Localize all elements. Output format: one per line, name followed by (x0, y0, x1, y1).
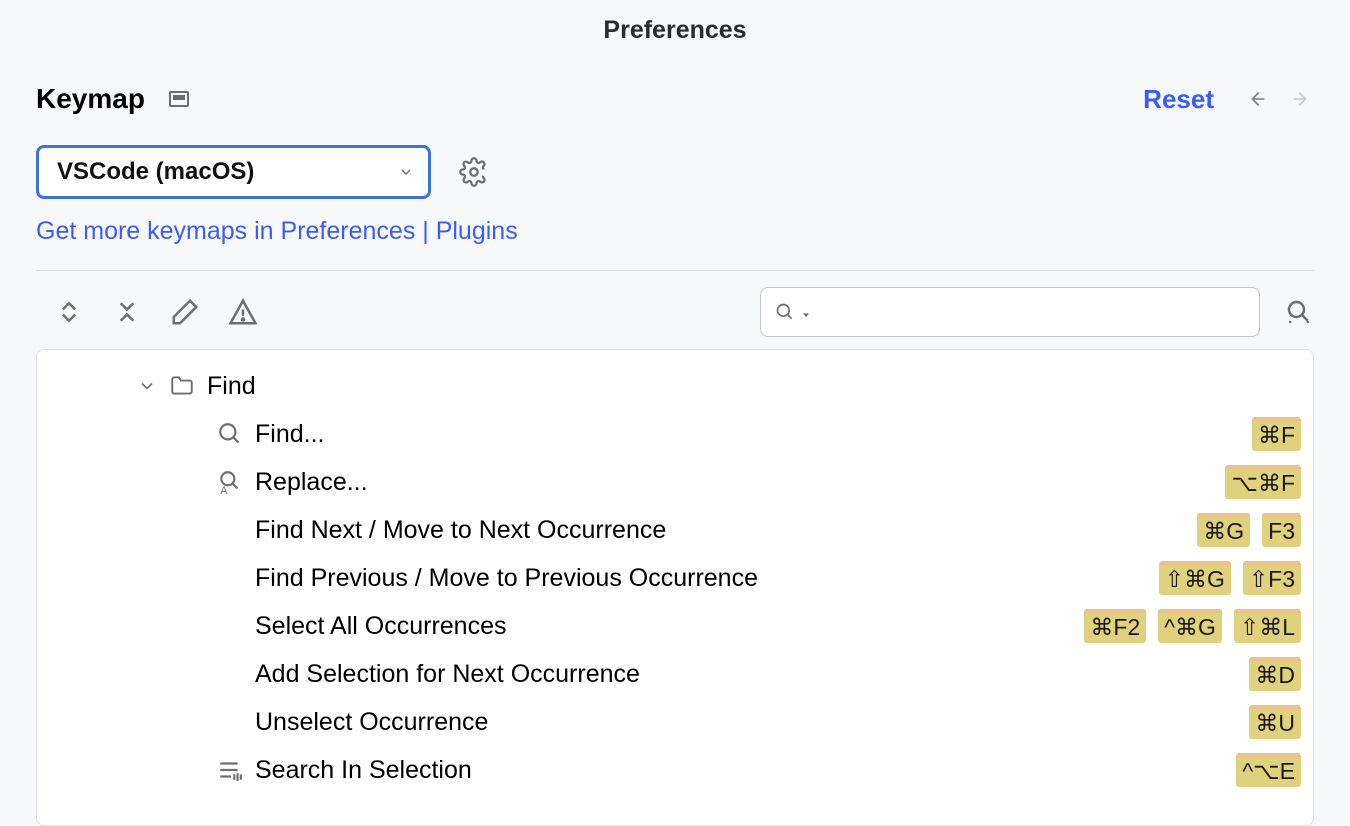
chevron-down-icon (398, 164, 414, 180)
shortcut-list: ⌘U (1249, 705, 1301, 739)
tree-item[interactable]: Find... ⌘F (37, 410, 1313, 458)
shortcut-badge: ⌥⌘F (1225, 465, 1301, 499)
warning-icon[interactable] (228, 297, 258, 327)
tree-item[interactable]: Find Previous / Move to Previous Occurre… (37, 554, 1313, 602)
tree-item[interactable]: A Replace... ⌥⌘F (37, 458, 1313, 506)
svg-text:A: A (220, 485, 228, 495)
search-icon (217, 421, 243, 447)
expand-all-icon[interactable] (54, 297, 84, 327)
shortcut-badge: ⌘F (1252, 417, 1301, 451)
shortcut-list: ^⌥E (1236, 753, 1301, 787)
tree-item-label: Replace... (255, 468, 368, 497)
tree-item-label: Unselect Occurrence (255, 708, 488, 737)
tree-item[interactable]: Find Next / Move to Next Occurrence ⌘G F3 (37, 506, 1313, 554)
divider (36, 270, 1314, 271)
tree-item-label: Select All Occurrences (255, 612, 507, 641)
pencil-icon[interactable] (170, 297, 200, 327)
shortcut-list: ⌘F2 ^⌘G ⇧⌘L (1084, 609, 1301, 643)
keymap-select[interactable]: VSCode (macOS) (36, 145, 431, 199)
tree-item[interactable]: Unselect Occurrence ⌘U (37, 698, 1313, 746)
tree-item[interactable]: Add Selection for Next Occurrence ⌘D (37, 650, 1313, 698)
chevron-down-icon[interactable] (137, 376, 157, 396)
more-keymaps-link[interactable]: Get more keymaps in Preferences | Plugin… (36, 217, 1314, 246)
tree-group-find[interactable]: Find (37, 362, 1313, 410)
panel-icon (169, 91, 189, 107)
shortcut-badge: ⌘G (1197, 513, 1250, 547)
search-options-chevron-icon[interactable] (801, 307, 811, 317)
shortcut-badge: ⇧F3 (1243, 561, 1301, 595)
tree-item-label: Find... (255, 420, 324, 449)
shortcut-badge: ⌘D (1249, 657, 1301, 691)
search-input-wrapper[interactable] (760, 287, 1260, 337)
collapse-all-icon[interactable] (112, 297, 142, 327)
tree-item-label: Search In Selection (255, 756, 472, 785)
keymap-tree: Find Find... ⌘F A Replace... ⌥⌘F Find Next / … (36, 349, 1314, 826)
keymap-select-value: VSCode (macOS) (57, 158, 254, 186)
shortcut-list: ⌘D (1249, 657, 1301, 691)
replace-icon: A (217, 469, 243, 495)
tree-item[interactable]: Select All Occurrences ⌘F2 ^⌘G ⇧⌘L (37, 602, 1313, 650)
section-title: Keymap (36, 83, 145, 115)
tree-item[interactable]: Search In Selection ^⌥E (37, 746, 1313, 794)
shortcut-badge: ^⌘G (1158, 609, 1222, 643)
search-icon (775, 302, 795, 322)
shortcut-badge: ⌘U (1249, 705, 1301, 739)
shortcut-list: ⌘F (1252, 417, 1301, 451)
shortcut-list: ⇧⌘G ⇧F3 (1159, 561, 1301, 595)
shortcut-badge: F3 (1262, 513, 1301, 547)
gear-icon[interactable] (459, 157, 489, 187)
window-title: Preferences (0, 0, 1350, 63)
tree-item-label: Add Selection for Next Occurrence (255, 660, 640, 689)
reset-button[interactable]: Reset (1143, 84, 1214, 115)
shortcut-badge: ⇧⌘L (1234, 609, 1301, 643)
shortcut-badge: ⇧⌘G (1159, 561, 1231, 595)
back-arrow-icon[interactable] (1244, 88, 1270, 110)
find-shortcut-icon[interactable] (1284, 297, 1314, 327)
shortcut-list: ⌥⌘F (1225, 465, 1301, 499)
folder-icon (169, 373, 195, 399)
tree-item-label: Find Next / Move to Next Occurrence (255, 516, 666, 545)
selection-icon (217, 757, 243, 783)
tree-item-label: Find Previous / Move to Previous Occurre… (255, 564, 758, 593)
shortcut-list: ⌘G F3 (1197, 513, 1301, 547)
forward-arrow-icon (1288, 88, 1314, 110)
shortcut-badge: ^⌥E (1236, 753, 1301, 787)
shortcut-badge: ⌘F2 (1084, 609, 1146, 643)
tree-group-label: Find (207, 372, 256, 401)
search-input[interactable] (821, 299, 1245, 325)
